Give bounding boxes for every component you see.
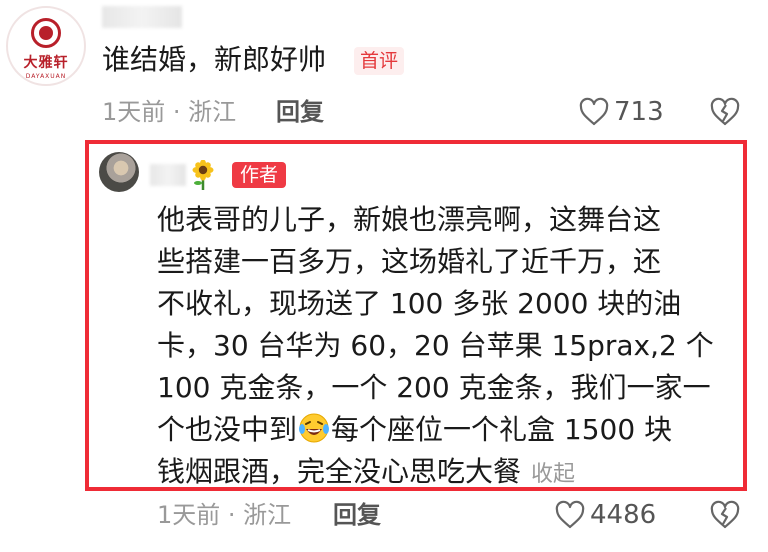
comment-reply-button[interactable]: 回复 xyxy=(276,97,324,127)
logo-seal-icon xyxy=(31,18,61,48)
heart-outline-icon xyxy=(555,500,585,529)
broken-heart-icon xyxy=(710,500,740,529)
reply-text-line: 100 克金条，一个 200 克金条，我们一家一 xyxy=(157,371,711,404)
author-name-blurred[interactable] xyxy=(150,164,186,186)
broken-heart-icon xyxy=(710,97,740,126)
comment-like-count: 713 xyxy=(614,97,664,127)
comment-time-location: 1天前 · 浙江 xyxy=(102,98,237,126)
author-badge: 作者 xyxy=(232,162,287,188)
logo-brand-name: 大雅轩 xyxy=(23,55,69,71)
reply-text-line: 些搭建一百多万，这场婚礼了近千万，还 xyxy=(157,245,662,278)
reply-like-button[interactable]: 4486 xyxy=(554,500,656,530)
reply-text-line: 他表哥的儿子，新娘也漂亮啊，这舞台这 xyxy=(157,203,662,236)
laughing-tears-emoji-icon xyxy=(299,413,330,443)
reply-text-segment: 钱烟跟酒，完全没心思吃大餐 xyxy=(157,455,522,488)
reply-text-line: 不收礼，现场送了 100 多张 2000 块的油 xyxy=(157,287,682,320)
reply-text-line: 个也没中到 每个座位一个礼盒 1500 块 xyxy=(157,410,672,450)
comment-text: 谁结婚，新郎好帅 xyxy=(102,43,327,76)
heart-outline-icon xyxy=(579,97,609,126)
reply-text-segment: 个也没中到 xyxy=(157,413,298,446)
reply-reply-button[interactable]: 回复 xyxy=(333,500,381,530)
reply-time-location: 1天前 · 浙江 xyxy=(157,501,292,529)
comment-like-button[interactable]: 713 xyxy=(578,97,664,127)
reply-like-count: 4486 xyxy=(590,500,657,530)
reply-dislike-button[interactable] xyxy=(709,500,741,534)
reply-text-segment: 每个座位一个礼盒 1500 块 xyxy=(331,413,673,446)
comment-dislike-button[interactable] xyxy=(709,97,741,131)
commenter-avatar[interactable]: 大雅轩 DAYAXUAN xyxy=(6,6,86,86)
collapse-button[interactable]: 收起 xyxy=(531,462,575,487)
logo-brand-name-en: DAYAXUAN xyxy=(25,73,67,80)
sunflower-icon xyxy=(192,160,214,190)
author-avatar[interactable] xyxy=(99,152,139,192)
reply-text-line: 钱烟跟酒，完全没心思吃大餐 收起 xyxy=(157,452,575,495)
reply-text-line: 卡，30 台华为 60，20 台苹果 15prax,2 个 xyxy=(157,329,714,362)
commenter-name-blurred[interactable] xyxy=(102,6,182,28)
first-comment-badge: 首评 xyxy=(354,47,405,75)
